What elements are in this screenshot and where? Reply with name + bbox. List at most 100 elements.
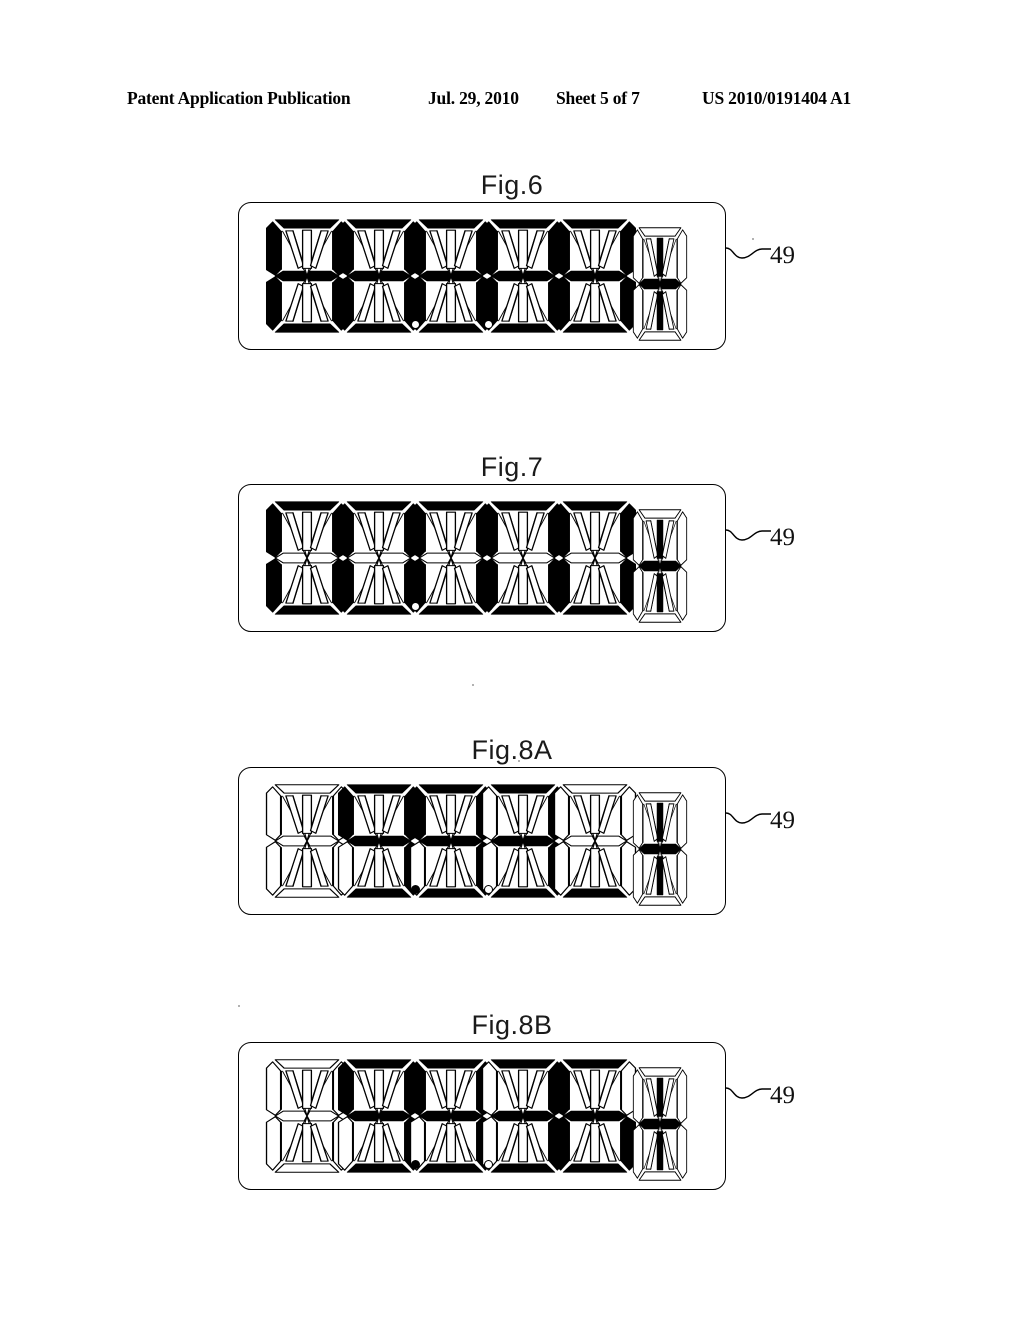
reference-callout-49: 49 — [726, 240, 846, 288]
segment-g2-off — [451, 553, 483, 563]
segment-h-off — [358, 1071, 376, 1108]
segment-a-on — [347, 785, 410, 793]
segment-j-off — [527, 231, 545, 268]
segment-k-off — [358, 1124, 376, 1161]
segment-g2-on — [523, 836, 555, 846]
segment-i-on — [657, 520, 663, 558]
segment-g1-off — [347, 553, 379, 563]
segment-l-off — [591, 849, 600, 887]
segment-i-off — [375, 795, 384, 833]
segment-m-off — [311, 1124, 329, 1161]
segment-f-off — [483, 787, 497, 840]
segment-j-off — [311, 231, 329, 268]
segment-l-off — [375, 849, 384, 887]
segment-e-off — [633, 567, 642, 620]
segment-i-off — [447, 1070, 456, 1108]
fig-8b: Fig.8B49 — [0, 1008, 1024, 1192]
segment-d-on — [563, 889, 626, 897]
segment-j-off — [311, 796, 329, 833]
segment-d-on — [275, 324, 338, 332]
decimal-point-2-off — [484, 320, 493, 329]
segment-f-off — [633, 230, 642, 283]
segment-g2-on — [379, 271, 411, 281]
segment-l-off — [303, 849, 312, 887]
segment-g1-off — [563, 836, 595, 846]
digit-6-unit-glyph — [631, 507, 689, 625]
segment-f-off — [267, 787, 281, 840]
segment-h-off — [646, 239, 658, 276]
segment-h-off — [574, 1071, 592, 1108]
segment-l-off — [519, 1124, 528, 1162]
segment-j-off — [599, 513, 617, 550]
segment-h-off — [502, 1071, 520, 1108]
segment-e-off — [267, 1117, 281, 1170]
segment-a-on — [491, 1060, 554, 1068]
segment-l-off — [375, 1124, 384, 1162]
reference-callout-49: 49 — [726, 805, 846, 853]
digit-6-unit-glyph — [631, 225, 689, 343]
segment-e-off — [633, 285, 642, 338]
segment-f-on — [411, 787, 425, 840]
segment-f-on — [339, 504, 353, 557]
segment-d-on — [563, 324, 626, 332]
segment-g2-off — [523, 553, 555, 563]
leader-line — [726, 1080, 774, 1110]
leader-line — [726, 522, 774, 552]
segment-g1-off — [275, 1111, 307, 1121]
segment-k-off — [430, 284, 448, 321]
segment-e-on — [267, 277, 281, 330]
lcd-display-panel — [238, 1042, 726, 1190]
segment-m-off — [455, 566, 473, 603]
segment-a-on — [347, 220, 410, 228]
segment-g1-on — [419, 271, 451, 281]
segment-m-off — [599, 566, 617, 603]
segment-c-off — [677, 567, 686, 620]
segment-g1-on — [563, 271, 595, 281]
segment-j-off — [311, 1071, 329, 1108]
segment-c-off — [677, 1125, 686, 1178]
segment-e-on — [555, 1117, 569, 1170]
segment-l-on — [657, 857, 663, 895]
digit-5-glyph — [551, 499, 639, 617]
scan-speck — [472, 684, 474, 686]
segment-a-on — [419, 785, 482, 793]
fig-6-caption: Fig.6 — [0, 168, 1024, 202]
segment-d-on — [491, 324, 554, 332]
segment-k-off — [286, 566, 304, 603]
segment-l-off — [303, 1124, 312, 1162]
segment-m-off — [383, 1124, 401, 1161]
segment-i-off — [303, 1070, 312, 1108]
segment-f-on — [411, 504, 425, 557]
segment-g2-on — [379, 836, 411, 846]
segment-d-on — [563, 1164, 626, 1172]
segment-k-off — [286, 849, 304, 886]
segment-g2-off — [379, 553, 411, 563]
segment-a-off — [563, 785, 626, 793]
segment-g2-on — [451, 1111, 483, 1121]
segment-m-off — [455, 849, 473, 886]
segment-k-off — [286, 284, 304, 321]
digit-5-glyph — [551, 217, 639, 335]
segment-d-on — [491, 606, 554, 614]
segment-i-off — [519, 1070, 528, 1108]
segment-e-on — [267, 559, 281, 612]
decimal-point-2-off — [484, 1160, 493, 1169]
segment-k-off — [574, 1124, 592, 1161]
segment-d-off — [275, 1164, 338, 1172]
segment-j-off — [599, 796, 617, 833]
segment-h-off — [286, 231, 304, 268]
segment-l-off — [447, 1124, 456, 1162]
segment-h-off — [646, 804, 658, 841]
segment-d-on — [347, 606, 410, 614]
segment-i-off — [303, 512, 312, 550]
segment-l-off — [447, 284, 456, 322]
segment-i-on — [657, 1078, 663, 1116]
fig-8b-panel-wrap: 49 — [0, 1042, 1024, 1192]
segment-m-off — [599, 1124, 617, 1161]
reference-callout-49: 49 — [726, 1080, 846, 1128]
segment-l-off — [519, 849, 528, 887]
segment-a-on — [275, 220, 338, 228]
segment-j-off — [662, 239, 674, 276]
segment-g2-off — [307, 1111, 339, 1121]
segment-a-on — [563, 1060, 626, 1068]
